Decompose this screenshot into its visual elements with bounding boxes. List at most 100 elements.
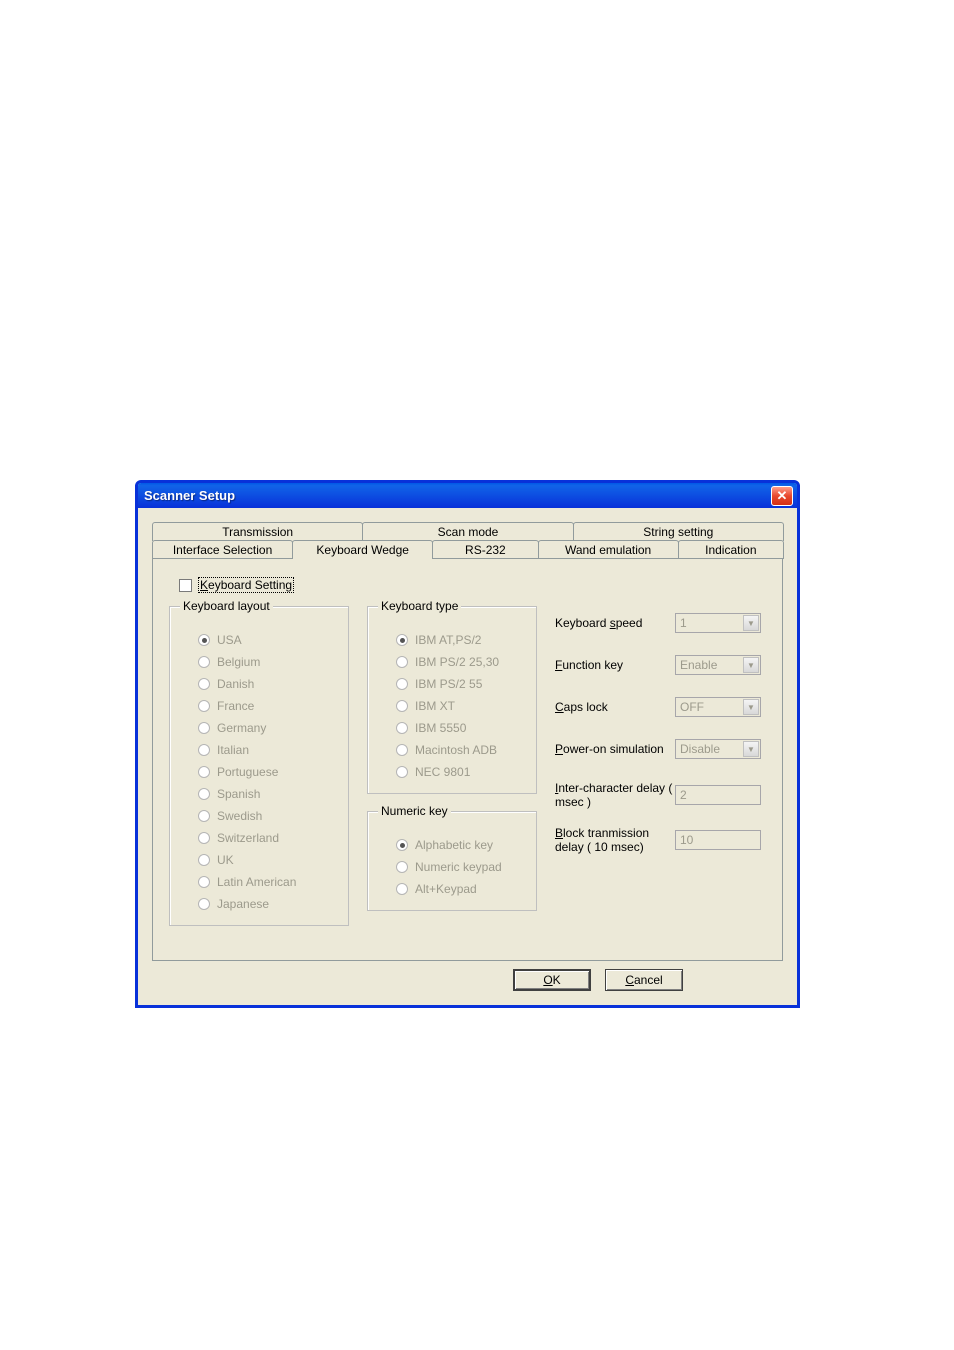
input-block-transmission-delay[interactable]: 10 — [675, 830, 761, 850]
columns: Keyboard layout USABelgiumDanishFranceGe… — [169, 599, 766, 936]
label-caps-lock: Caps lock — [555, 700, 675, 714]
label-inter-character-delay: Inter-character delay ( msec ) — [555, 781, 675, 810]
radio-option[interactable]: Italian — [180, 739, 338, 761]
window-title: Scanner Setup — [144, 488, 235, 503]
radio-option[interactable]: Japanese — [180, 893, 338, 915]
col-type-numeric: Keyboard type IBM AT,PS/2 IBM PS/2 25,30 I… — [367, 599, 537, 936]
radio-option[interactable]: NEC 9801 — [378, 761, 526, 783]
ok-button[interactable]: OK — [513, 969, 591, 991]
radio-icon — [198, 766, 210, 778]
tab-interface-selection[interactable]: Interface Selection — [152, 540, 293, 559]
radio-icon — [198, 832, 210, 844]
dialog-window: Scanner Setup ✕ Transmission Scan mode S… — [135, 480, 800, 1008]
group-keyboard-type: Keyboard type IBM AT,PS/2 IBM PS/2 25,30 I… — [367, 599, 537, 794]
close-button[interactable]: ✕ — [771, 486, 793, 506]
radio-option[interactable]: France — [180, 695, 338, 717]
group-keyboard-layout: Keyboard layout USABelgiumDanishFranceGe… — [169, 599, 349, 926]
radio-label: Danish — [217, 677, 254, 691]
label-keyboard-speed: Keyboard speed — [555, 616, 675, 630]
tab-rs232[interactable]: RS-232 — [432, 540, 538, 559]
radio-label: NEC 9801 — [415, 765, 470, 779]
radio-option[interactable]: Alphabetic key — [378, 834, 526, 856]
radio-icon — [198, 744, 210, 756]
radio-option[interactable]: UK — [180, 849, 338, 871]
tab-string-setting[interactable]: String setting — [573, 522, 784, 541]
cancel-button[interactable]: Cancel — [605, 969, 683, 991]
radio-option[interactable]: Portuguese — [180, 761, 338, 783]
radio-icon — [396, 656, 408, 668]
radio-option[interactable]: Belgium — [180, 651, 338, 673]
radio-option[interactable]: IBM AT,PS/2 — [378, 629, 526, 651]
client-area: Transmission Scan mode String setting In… — [138, 508, 797, 1005]
tabs: Transmission Scan mode String setting In… — [152, 522, 783, 963]
radio-icon — [198, 876, 210, 888]
radio-option[interactable]: Spanish — [180, 783, 338, 805]
radio-label: Numeric keypad — [415, 860, 502, 874]
radio-option[interactable]: Germany — [180, 717, 338, 739]
radio-icon — [198, 678, 210, 690]
radio-option[interactable]: IBM PS/2 55 — [378, 673, 526, 695]
radio-label: IBM AT,PS/2 — [415, 633, 481, 647]
radio-icon — [396, 766, 408, 778]
radio-icon — [198, 634, 210, 646]
keyboard-setting-checkbox-row: Keyboard Setting — [179, 577, 766, 593]
col-fields: Keyboard speed 1▼ Function key Enable▼ C… — [555, 599, 766, 936]
combo-power-on-simulation[interactable]: Disable▼ — [675, 739, 761, 759]
legend-keyboard-type: Keyboard type — [378, 599, 461, 613]
chevron-down-icon: ▼ — [743, 657, 759, 673]
radio-option[interactable]: IBM XT — [378, 695, 526, 717]
radio-icon — [396, 722, 408, 734]
radio-option[interactable]: Numeric keypad — [378, 856, 526, 878]
input-inter-character-delay[interactable]: 2 — [675, 785, 761, 805]
keyboard-setting-label: Keyboard Setting — [198, 577, 294, 593]
radio-option[interactable]: USA — [180, 629, 338, 651]
combo-function-key[interactable]: Enable▼ — [675, 655, 761, 675]
radio-option[interactable]: Switzerland — [180, 827, 338, 849]
radio-label: USA — [217, 633, 242, 647]
combo-keyboard-speed[interactable]: 1▼ — [675, 613, 761, 633]
tabs-row-front: Interface Selection Keyboard Wedge RS-23… — [152, 540, 783, 559]
field-keyboard-speed: Keyboard speed 1▼ — [555, 613, 766, 633]
radio-option[interactable]: IBM PS/2 25,30 — [378, 651, 526, 673]
radio-option[interactable]: IBM 5550 — [378, 717, 526, 739]
tab-wand-emulation[interactable]: Wand emulation — [538, 540, 679, 559]
radio-option[interactable]: Latin American — [180, 871, 338, 893]
radio-label: Spanish — [217, 787, 260, 801]
radio-label: IBM PS/2 55 — [415, 677, 482, 691]
radio-label: IBM 5550 — [415, 721, 466, 735]
radio-label: Alt+Keypad — [415, 882, 477, 896]
radio-label: France — [217, 699, 254, 713]
tabs-row-back: Transmission Scan mode String setting — [152, 522, 783, 541]
field-block-transmission-delay: Block tranmission delay ( 10 msec) 10 — [555, 826, 766, 855]
radio-icon — [198, 656, 210, 668]
radio-option[interactable]: Danish — [180, 673, 338, 695]
radio-icon — [396, 678, 408, 690]
tab-transmission[interactable]: Transmission — [152, 522, 363, 541]
tab-panel: Keyboard Setting Keyboard layout USABelg… — [152, 558, 783, 961]
chevron-down-icon: ▼ — [743, 741, 759, 757]
label-function-key: Function key — [555, 658, 675, 672]
radio-icon — [396, 839, 408, 851]
tab-indication[interactable]: Indication — [678, 540, 784, 559]
radio-label: IBM PS/2 25,30 — [415, 655, 499, 669]
radio-icon — [198, 898, 210, 910]
label-power-on-simulation: Power-on simulation — [555, 742, 675, 756]
tab-scan-mode[interactable]: Scan mode — [362, 522, 573, 541]
radio-label: Belgium — [217, 655, 260, 669]
radio-label: Swedish — [217, 809, 262, 823]
radio-label: Latin American — [217, 875, 296, 889]
radio-label: IBM XT — [415, 699, 455, 713]
radio-option[interactable]: Alt+Keypad — [378, 878, 526, 900]
radio-option[interactable]: Swedish — [180, 805, 338, 827]
radio-label: Alphabetic key — [415, 838, 493, 852]
field-inter-character-delay: Inter-character delay ( msec ) 2 — [555, 781, 766, 810]
tab-keyboard-wedge[interactable]: Keyboard Wedge — [292, 540, 433, 559]
radio-option[interactable]: Macintosh ADB — [378, 739, 526, 761]
field-function-key: Function key Enable▼ — [555, 655, 766, 675]
titlebar: Scanner Setup ✕ — [138, 483, 797, 508]
radio-label: Macintosh ADB — [415, 743, 497, 757]
radio-label: Switzerland — [217, 831, 279, 845]
keyboard-setting-checkbox[interactable] — [179, 579, 192, 592]
chevron-down-icon: ▼ — [743, 615, 759, 631]
combo-caps-lock[interactable]: OFF▼ — [675, 697, 761, 717]
